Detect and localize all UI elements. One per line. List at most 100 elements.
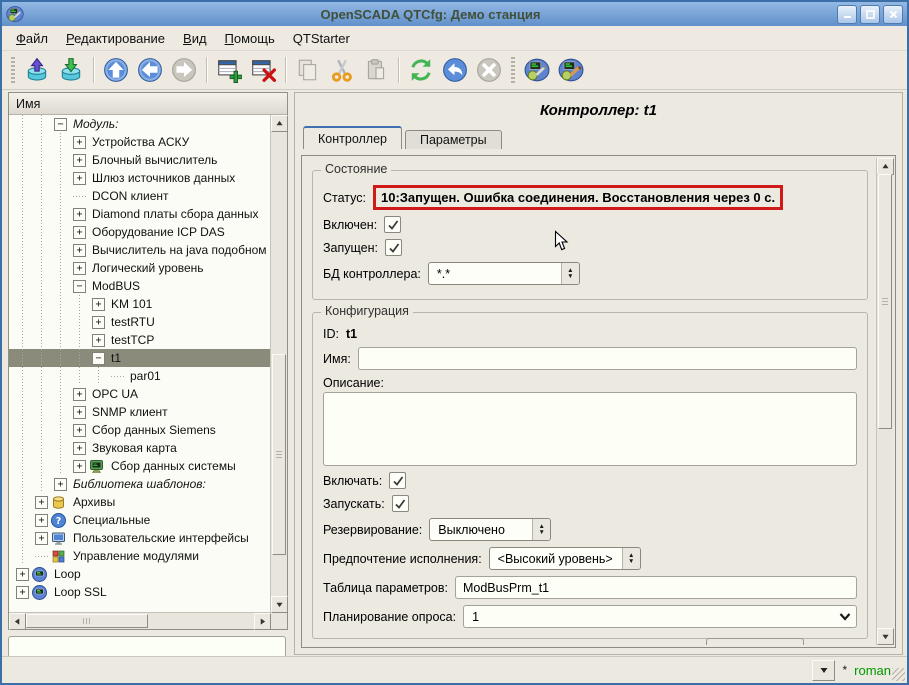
go-back-button[interactable]: [133, 54, 167, 86]
expand-icon[interactable]: +: [35, 532, 48, 545]
tree-item[interactable]: DCON клиент: [9, 187, 271, 205]
tree-item[interactable]: +Loop: [9, 565, 271, 583]
tree-expander[interactable]: +: [32, 532, 51, 545]
expand-icon[interactable]: +: [35, 514, 48, 527]
controller-db-combo[interactable]: *.* ▲▼: [428, 262, 580, 285]
tree-item[interactable]: +Сбор данных системы: [9, 457, 271, 475]
expand-icon[interactable]: +: [16, 568, 29, 581]
expand-icon[interactable]: +: [73, 244, 86, 257]
tree-item[interactable]: +Оборудование ICP DAS: [9, 223, 271, 241]
tree-expander[interactable]: +: [89, 298, 108, 311]
tree-item[interactable]: +OPC UA: [9, 385, 271, 403]
menu-file[interactable]: Файл: [8, 29, 56, 48]
tree-expander[interactable]: +: [70, 262, 89, 275]
expand-icon[interactable]: +: [73, 226, 86, 239]
expand-icon[interactable]: +: [73, 262, 86, 275]
tree-item[interactable]: +Diamond платы сбора данных: [9, 205, 271, 223]
menu-edit[interactable]: Редактирование: [58, 29, 173, 48]
enabled-checkbox[interactable]: [384, 216, 401, 233]
tree-expander[interactable]: +: [89, 334, 108, 347]
expand-icon[interactable]: +: [35, 496, 48, 509]
tree-item[interactable]: −ModBUS: [9, 277, 271, 295]
expand-icon[interactable]: +: [73, 442, 86, 455]
scroll-down-icon[interactable]: [877, 628, 894, 645]
redundancy-combo[interactable]: Выключено ▲▼: [429, 518, 551, 541]
form-vertical-scrollbar[interactable]: [876, 158, 893, 645]
scroll-up-icon[interactable]: [877, 158, 894, 175]
load-from-db-button[interactable]: [20, 54, 54, 86]
name-input[interactable]: [358, 347, 857, 370]
tree-item[interactable]: −Модуль:: [9, 115, 271, 133]
delete-item-button[interactable]: [246, 54, 280, 86]
spinner-icon[interactable]: ▲▼: [561, 263, 579, 284]
expand-icon[interactable]: +: [54, 478, 67, 491]
form-scroll-thumb[interactable]: [878, 174, 892, 429]
tree-item[interactable]: +Loop SSL: [9, 583, 271, 601]
expand-icon[interactable]: +: [73, 424, 86, 437]
collapse-icon[interactable]: −: [54, 118, 67, 131]
tree-expander[interactable]: +: [70, 442, 89, 455]
toolbar-handle[interactable]: [10, 57, 16, 83]
running-checkbox[interactable]: [385, 239, 402, 256]
tree-expander[interactable]: +: [70, 244, 89, 257]
tree-expander[interactable]: +: [51, 478, 70, 491]
tree-hscroll-thumb[interactable]: [26, 614, 148, 628]
tree-item[interactable]: +Логический уровень: [9, 259, 271, 277]
tree-expander[interactable]: +: [70, 424, 89, 437]
tree-item[interactable]: +Библиотека шаблонов:: [9, 475, 271, 493]
chevron-down-icon[interactable]: [834, 612, 856, 621]
toolbar-handle[interactable]: [510, 57, 516, 83]
scroll-left-icon[interactable]: [9, 613, 26, 630]
expand-icon[interactable]: +: [73, 460, 86, 473]
tree-vertical-scrollbar[interactable]: [270, 115, 287, 613]
tree-expander[interactable]: −: [51, 118, 70, 131]
tree-item[interactable]: +Архивы: [9, 493, 271, 511]
tree-expander[interactable]: +: [70, 406, 89, 419]
expand-icon[interactable]: +: [73, 154, 86, 167]
description-textarea[interactable]: [323, 392, 857, 466]
schedule-combo[interactable]: 1: [463, 605, 857, 628]
tree-horizontal-scrollbar[interactable]: [9, 612, 271, 629]
qtstarter-config-button[interactable]: [520, 54, 554, 86]
scroll-up-icon[interactable]: [271, 115, 288, 132]
expand-icon[interactable]: +: [92, 316, 105, 329]
refresh-button[interactable]: [404, 54, 438, 86]
tree-expander[interactable]: +: [13, 568, 32, 581]
tree-expander[interactable]: +: [70, 208, 89, 221]
collapse-icon[interactable]: −: [73, 280, 86, 293]
tree-expander[interactable]: +: [70, 172, 89, 185]
user-dropdown-button[interactable]: [812, 660, 835, 681]
tree-item[interactable]: +Вычислитель на java подобном: [9, 241, 271, 259]
spinner-icon[interactable]: ▲▼: [532, 519, 550, 540]
tree-expander[interactable]: +: [89, 316, 108, 329]
tree-item[interactable]: +Звуковая карта: [9, 439, 271, 457]
tree-item[interactable]: +Шлюз источников данных: [9, 169, 271, 187]
tree-item[interactable]: par01: [9, 367, 271, 385]
tree-item[interactable]: +testTCP: [9, 331, 271, 349]
close-button[interactable]: [883, 5, 903, 24]
expand-icon[interactable]: +: [73, 172, 86, 185]
save-to-db-button[interactable]: [54, 54, 88, 86]
tree-item[interactable]: Управление модулями: [9, 547, 271, 565]
tab-parameters[interactable]: Параметры: [405, 130, 502, 149]
tree-expander[interactable]: +: [70, 388, 89, 401]
tab-controller[interactable]: Контроллер: [303, 126, 402, 149]
tree-expander[interactable]: −: [89, 352, 108, 365]
tree-expander[interactable]: +: [70, 460, 89, 473]
tree-item[interactable]: +testRTU: [9, 313, 271, 331]
expand-icon[interactable]: +: [73, 388, 86, 401]
tree-expander[interactable]: +: [13, 586, 32, 599]
add-item-button[interactable]: [212, 54, 246, 86]
start-update-button[interactable]: [438, 54, 472, 86]
scroll-down-icon[interactable]: [271, 596, 288, 613]
tree-expander[interactable]: −: [70, 280, 89, 293]
cut-item-button[interactable]: [325, 54, 359, 86]
expand-icon[interactable]: +: [73, 406, 86, 419]
tree-header[interactable]: Имя: [9, 93, 287, 115]
param-table-input[interactable]: [455, 576, 857, 599]
tree-item[interactable]: +Сбор данных Siemens: [9, 421, 271, 439]
tree-item[interactable]: +SNMP клиент: [9, 403, 271, 421]
tree-scroll-thumb[interactable]: [272, 354, 286, 555]
tree-expander[interactable]: +: [70, 154, 89, 167]
preference-combo[interactable]: <Высокий уровень> ▲▼: [489, 547, 641, 570]
